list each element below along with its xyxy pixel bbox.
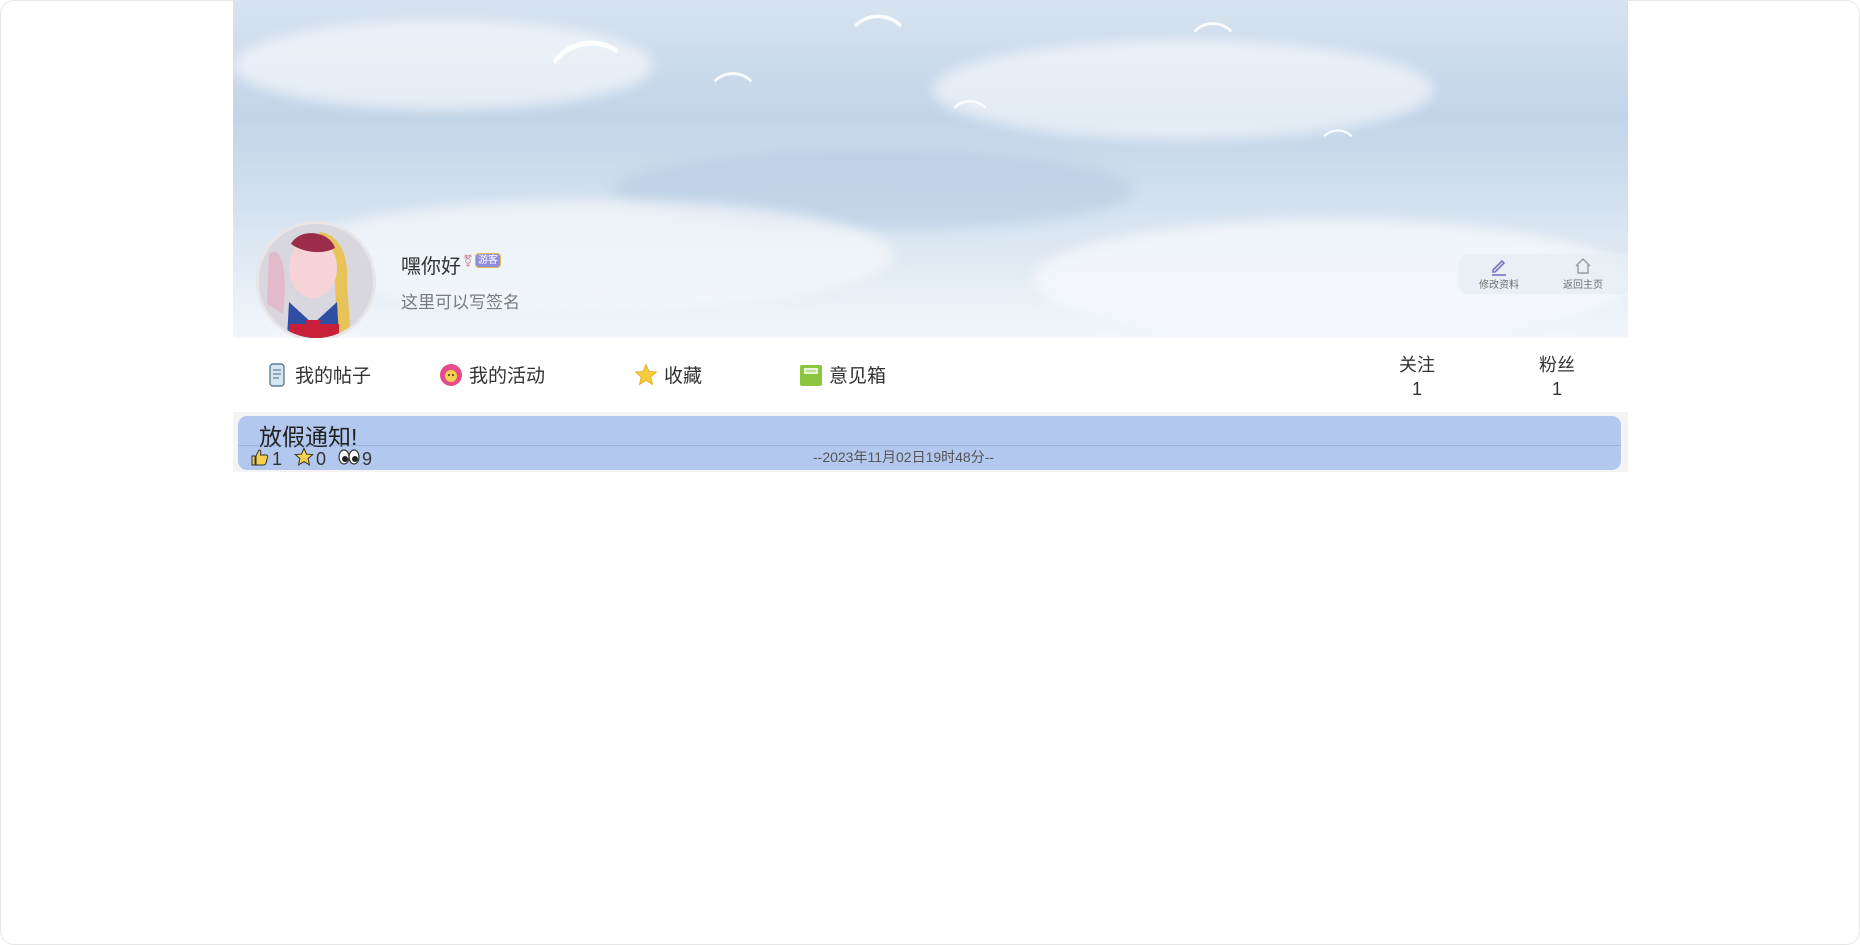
eyes-icon	[338, 447, 360, 470]
role-badge: 游客	[475, 253, 502, 268]
post-list: 放假通知! 1 0 9 --2023年11月02日19时48分--	[233, 412, 1628, 472]
post-date: --2023年11月02日19时48分--	[813, 449, 995, 465]
following-stat[interactable]: 关注 1	[1377, 353, 1457, 401]
edit-profile-button[interactable]: 修改资料	[1464, 254, 1534, 291]
tab-my-activities-label: 我的活动	[469, 366, 546, 387]
star-icon	[294, 446, 315, 470]
username: 嘿你好	[401, 256, 461, 278]
like-count: 1	[272, 449, 283, 469]
view-count: 9	[362, 449, 373, 469]
edit-profile-label: 修改资料	[1479, 280, 1519, 291]
gender-icon: ⚧	[463, 253, 474, 268]
tab-my-posts[interactable]: 我的帖子	[265, 361, 371, 388]
back-home-button[interactable]: 返回主页	[1548, 254, 1618, 291]
tab-feedback-label: 意见箱	[829, 366, 887, 387]
document-icon	[265, 362, 289, 387]
post-meta: 1 0 9	[250, 446, 384, 470]
thumbs-up-icon	[250, 447, 270, 470]
tab-favorites[interactable]: 收藏	[634, 361, 702, 388]
bird-decoration-icon: ⌒	[713, 70, 753, 116]
following-count: 1	[1411, 379, 1422, 399]
followers-label: 粉丝	[1539, 355, 1575, 375]
user-avatar[interactable]	[256, 221, 376, 338]
bird-decoration-icon: ⌒	[953, 98, 987, 138]
star-icon	[634, 362, 658, 387]
bird-decoration-icon: ⌒	[547, 29, 631, 123]
tab-my-posts-label: 我的帖子	[295, 366, 372, 387]
like-count-item[interactable]: 1	[250, 447, 282, 470]
star-count-item[interactable]: 0	[294, 446, 327, 470]
post-divider	[238, 445, 1621, 446]
followers-stat[interactable]: 粉丝 1	[1517, 353, 1597, 401]
user-signature[interactable]: 这里可以写签名	[401, 288, 520, 313]
profile-actions: 修改资料 返回主页	[1459, 254, 1628, 294]
bird-decoration-icon: ⌒	[853, 11, 903, 69]
profile-banner: ⌒ ⌒ ⌒ ⌒ ⌒ ⌒ 嘿你好 ⚧ 游客 这里可以写签名 修改资料 返回主页	[233, 0, 1628, 338]
tab-feedback[interactable]: 意见箱	[799, 361, 886, 388]
view-count-item: 9	[338, 447, 372, 470]
home-icon	[1575, 258, 1591, 274]
tab-favorites-label: 收藏	[664, 366, 703, 387]
back-home-label: 返回主页	[1563, 280, 1603, 291]
profile-container: ⌒ ⌒ ⌒ ⌒ ⌒ ⌒ 嘿你好 ⚧ 游客 这里可以写签名 修改资料 返回主页 我…	[233, 0, 1628, 472]
tab-my-activities[interactable]: 我的活动	[439, 361, 545, 388]
profile-nav: 我的帖子 我的活动 收藏 意见箱 关注 1 粉丝 1	[233, 338, 1628, 412]
user-badges: ⚧ 游客	[463, 253, 502, 268]
post-card[interactable]: 放假通知! 1 0 9 --2023年11月02日19时48分--	[238, 416, 1621, 470]
mailbox-icon	[799, 363, 823, 387]
followers-count: 1	[1551, 379, 1562, 399]
bird-decoration-icon: ⌒	[1323, 128, 1353, 163]
activity-icon	[439, 363, 463, 387]
star-count: 0	[316, 449, 327, 469]
bird-decoration-icon: ⌒	[1193, 20, 1233, 66]
following-label: 关注	[1399, 355, 1435, 375]
pencil-icon	[1492, 259, 1506, 276]
